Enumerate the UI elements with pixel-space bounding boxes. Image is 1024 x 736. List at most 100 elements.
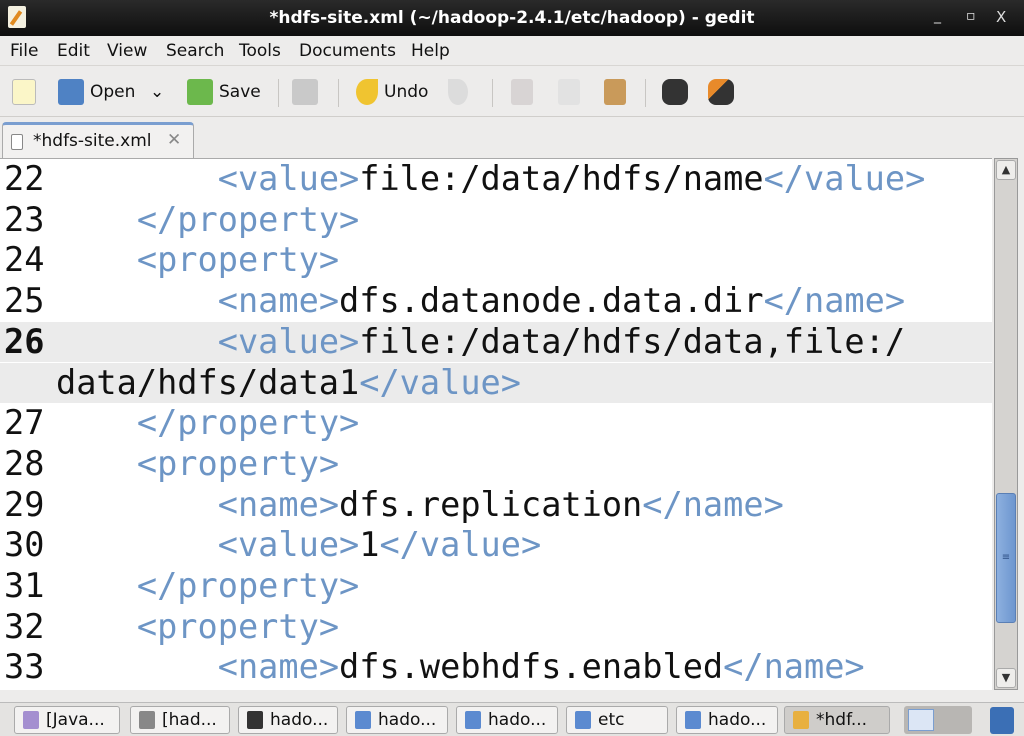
- trash-icon[interactable]: [990, 707, 1014, 734]
- undo-label: Undo: [384, 82, 429, 102]
- menu-bar: File Edit View Search Tools Documents He…: [0, 36, 1024, 66]
- xml-tag: </property>: [136, 566, 360, 605]
- code-text: <name>dfs.datanode.data.dir</name>: [56, 281, 905, 322]
- scroll-down-arrow-icon[interactable]: ▼: [996, 668, 1016, 688]
- tab-close-icon[interactable]: ✕: [167, 130, 181, 150]
- code-line[interactable]: 31 </property>: [0, 566, 992, 607]
- save-icon: [187, 79, 213, 105]
- xml-text: dfs.datanode.data.dir: [339, 281, 764, 321]
- menu-view[interactable]: View: [107, 41, 147, 61]
- minimize-button[interactable]: _: [934, 8, 941, 24]
- code-line[interactable]: 32 <property>: [0, 607, 992, 648]
- save-button[interactable]: Save: [187, 77, 261, 107]
- separator: [645, 79, 646, 107]
- menu-help[interactable]: Help: [411, 41, 450, 61]
- open-recent-dropdown[interactable]: ⌄: [150, 77, 164, 107]
- app-icon: [575, 711, 591, 729]
- code-line[interactable]: 28 <property>: [0, 444, 992, 485]
- cut-icon: [511, 79, 533, 105]
- line-number: 28: [4, 443, 45, 483]
- menu-edit[interactable]: Edit: [57, 41, 90, 61]
- redo-icon: [448, 79, 468, 105]
- code-line[interactable]: 33 <name>dfs.webhdfs.enabled</name>: [0, 647, 992, 688]
- xml-tag: <name>: [217, 484, 340, 524]
- taskbar-item[interactable]: *hdf...: [784, 706, 890, 734]
- menu-documents[interactable]: Documents: [299, 41, 396, 61]
- maximize-button[interactable]: ▫: [966, 8, 976, 24]
- taskbar-item[interactable]: [had...: [130, 706, 230, 734]
- taskbar-item[interactable]: etc: [566, 706, 668, 734]
- line-number: 32: [4, 606, 45, 646]
- code-line[interactable]: 29 <name>dfs.replication</name>: [0, 485, 992, 526]
- code-text: </property>: [56, 403, 359, 444]
- code-text: <property>: [56, 607, 339, 648]
- code-line[interactable]: 25 <name>dfs.datanode.data.dir</name>: [0, 281, 992, 322]
- taskbar-item[interactable]: hado...: [346, 706, 448, 734]
- xml-text: 1: [359, 525, 380, 565]
- xml-tag: <name>: [217, 647, 340, 687]
- xml-tag: </value>: [359, 362, 521, 402]
- xml-text: [56, 403, 137, 442]
- code-line[interactable]: 34 <value>true</value>: [0, 688, 992, 690]
- xml-text: [56, 200, 137, 239]
- code-line[interactable]: 23 </property>: [0, 200, 992, 241]
- line-number: 25: [4, 281, 45, 321]
- gedit-thumbnail-icon: [908, 709, 934, 731]
- undo-button[interactable]: Undo: [356, 77, 428, 107]
- scrollbar-thumb[interactable]: ≡: [996, 493, 1016, 623]
- menu-tools[interactable]: Tools: [239, 41, 281, 61]
- code-line[interactable]: 26 <value>file:/data/hdfs/data,file:/: [0, 321, 992, 363]
- tab-hdfs-site[interactable]: *hdfs-site.xml ✕: [2, 122, 194, 158]
- xml-text: true: [359, 688, 440, 690]
- menu-search[interactable]: Search: [166, 41, 224, 61]
- paste-button[interactable]: [604, 77, 626, 107]
- code-line-wrapped[interactable]: data/hdfs/data1</value>: [0, 362, 992, 404]
- workspace-switcher[interactable]: [904, 706, 972, 734]
- scroll-up-arrow-icon[interactable]: ▲: [996, 160, 1016, 180]
- code-text: </property>: [56, 566, 359, 607]
- xml-text: [56, 525, 218, 564]
- taskbar-item[interactable]: [Java...: [14, 706, 120, 734]
- taskbar-item[interactable]: hado...: [456, 706, 558, 734]
- print-button[interactable]: [292, 77, 318, 107]
- text-editor[interactable]: 22 <value>file:/data/hdfs/name</value> 23…: [0, 158, 992, 690]
- copy-button[interactable]: [558, 77, 580, 107]
- xml-text: [56, 688, 218, 690]
- xml-text: data/hdfs/data1: [56, 362, 360, 402]
- code-line[interactable]: 30 <value>1</value>: [0, 525, 992, 566]
- xml-tag: <property>: [136, 443, 340, 483]
- code-line[interactable]: 24 <property>: [0, 240, 992, 281]
- code-text: <name>dfs.webhdfs.enabled</name>: [56, 647, 865, 688]
- save-label: Save: [219, 82, 261, 102]
- redo-button[interactable]: [448, 77, 468, 107]
- vertical-scrollbar[interactable]: ▲ ≡ ▼: [994, 158, 1018, 690]
- open-button[interactable]: Open: [58, 77, 135, 107]
- code-text: <value>1</value>: [56, 525, 541, 566]
- separator: [278, 79, 279, 107]
- xml-text: [56, 647, 218, 686]
- tab-bar: *hdfs-site.xml ✕: [0, 118, 1024, 158]
- copy-icon: [558, 79, 580, 105]
- xml-tag: <property>: [136, 240, 340, 280]
- code-line[interactable]: 22 <value>file:/data/hdfs/name</value>: [0, 159, 992, 200]
- xml-tag: <value>: [217, 525, 360, 565]
- find-replace-button[interactable]: [708, 77, 734, 107]
- taskbar-item[interactable]: hado...: [238, 706, 338, 734]
- line-number: 30: [4, 525, 45, 565]
- taskbar-item[interactable]: hado...: [676, 706, 778, 734]
- code-line[interactable]: 27 </property>: [0, 403, 992, 444]
- new-button[interactable]: [12, 77, 36, 107]
- xml-tag: </value>: [763, 159, 926, 198]
- close-button[interactable]: X: [996, 8, 1006, 26]
- undo-icon: [356, 79, 378, 105]
- folder-open-icon: [58, 79, 84, 105]
- find-replace-icon: [708, 79, 734, 105]
- find-button[interactable]: [662, 77, 688, 107]
- menu-file[interactable]: File: [10, 41, 38, 61]
- new-document-icon: [12, 79, 36, 105]
- xml-tag: </value>: [379, 525, 542, 565]
- code-text: <property>: [56, 444, 339, 485]
- code-text: <value>true</value>: [56, 688, 602, 690]
- cut-button[interactable]: [511, 77, 533, 107]
- xml-text: file:/data/hdfs/data,file:/: [359, 321, 906, 361]
